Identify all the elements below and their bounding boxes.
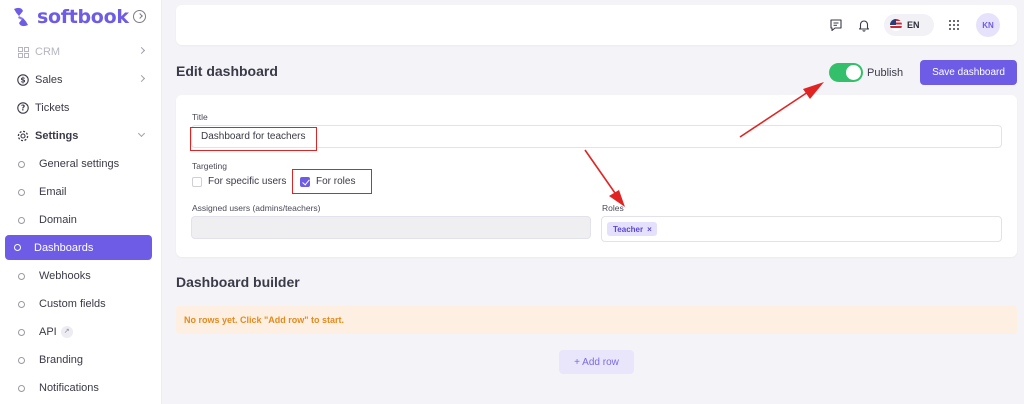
chat-icon[interactable] bbox=[829, 18, 843, 32]
svg-text:?: ? bbox=[21, 104, 25, 113]
builder-title: Dashboard builder bbox=[176, 274, 300, 290]
option-specific-users-label: For specific users bbox=[208, 176, 287, 187]
role-chip-teacher: Teacher × bbox=[607, 222, 657, 236]
add-row-button[interactable]: + Add row bbox=[559, 350, 634, 374]
page-title: Edit dashboard bbox=[176, 63, 278, 79]
dollar-icon: $ bbox=[17, 74, 29, 86]
assigned-users-label: Assigned users (admins/teachers) bbox=[192, 203, 321, 213]
role-chip-label: Teacher bbox=[613, 224, 644, 234]
sidebar-subitem-notifications[interactable]: Notifications bbox=[5, 374, 152, 402]
apps-grid-icon[interactable] bbox=[947, 18, 961, 32]
sidebar-subitem-webhooks[interactable]: Webhooks bbox=[5, 262, 152, 290]
chevron-right-icon bbox=[137, 46, 146, 55]
sidebar-item-sales[interactable]: $ Sales bbox=[0, 66, 162, 94]
sidebar-subitem-label: Domain bbox=[39, 214, 77, 226]
sidebar-item-label: Settings bbox=[35, 130, 79, 142]
sidebar-subitem-custom-fields[interactable]: Custom fields bbox=[5, 290, 152, 318]
sidebar-item-label: CRM bbox=[35, 46, 61, 58]
brand-name: softbook bbox=[37, 6, 129, 28]
chevron-right-icon bbox=[137, 74, 146, 83]
us-flag-icon bbox=[890, 19, 902, 31]
annotation-box-for-roles bbox=[292, 169, 372, 194]
sidebar-nav: CRM $ Sales ? Tickets Settings General s… bbox=[0, 38, 162, 402]
title-label: Title bbox=[192, 112, 208, 122]
sidebar-subitem-label: Custom fields bbox=[39, 298, 106, 310]
sidebar-subitem-label: Webhooks bbox=[39, 270, 91, 282]
sidebar-subitem-api[interactable]: API ↗ bbox=[5, 318, 152, 346]
sidebar-subitem-label: API bbox=[39, 326, 57, 338]
remove-chip-icon[interactable]: × bbox=[647, 225, 652, 234]
save-dashboard-button[interactable]: Save dashboard bbox=[920, 60, 1017, 85]
sidebar-subitem-label: Email bbox=[39, 186, 67, 198]
svg-text:$: $ bbox=[20, 76, 25, 85]
targeting-label: Targeting bbox=[192, 161, 227, 171]
publish-toggle[interactable] bbox=[829, 63, 863, 82]
sidebar-subitem-branding[interactable]: Branding bbox=[5, 346, 152, 374]
roles-label: Roles bbox=[602, 203, 624, 213]
sidebar-subitem-label: Notifications bbox=[39, 382, 99, 394]
option-specific-users[interactable]: For specific users bbox=[192, 176, 286, 187]
sidebar-item-label: Sales bbox=[35, 74, 63, 86]
help-icon: ? bbox=[17, 102, 29, 114]
sidebar-subitem-email[interactable]: Email bbox=[5, 178, 152, 206]
collapse-sidebar-icon[interactable] bbox=[133, 10, 146, 23]
publish-label: Publish bbox=[867, 67, 904, 79]
sidebar-item-crm[interactable]: CRM bbox=[0, 38, 162, 66]
logo-icon bbox=[14, 7, 28, 27]
sidebar-subitem-dashboards[interactable]: Dashboards bbox=[5, 235, 152, 260]
sidebar-subitem-general-settings[interactable]: General settings bbox=[5, 150, 152, 178]
assigned-users-input[interactable] bbox=[191, 216, 591, 239]
gear-icon bbox=[17, 130, 29, 142]
sidebar-subitem-domain[interactable]: Domain bbox=[5, 206, 152, 234]
sidebar-subitem-label: General settings bbox=[39, 158, 120, 170]
top-bar: EN KN bbox=[176, 5, 1017, 45]
language-code: EN bbox=[907, 20, 920, 30]
external-link-icon: ↗ bbox=[60, 326, 73, 338]
brand-logo[interactable]: softbook bbox=[10, 4, 150, 30]
language-selector[interactable]: EN bbox=[884, 14, 934, 36]
sidebar-subitem-label: Dashboards bbox=[34, 241, 94, 254]
grid-icon bbox=[17, 46, 29, 58]
sidebar: softbook CRM $ Sales ? Tickets Settings … bbox=[0, 0, 162, 404]
empty-rows-banner: No rows yet. Click "Add row" to start. bbox=[176, 306, 1017, 334]
sidebar-item-tickets[interactable]: ? Tickets bbox=[0, 94, 162, 122]
sidebar-item-label: Tickets bbox=[35, 102, 70, 114]
roles-select[interactable]: Teacher × bbox=[601, 216, 1002, 242]
user-avatar[interactable]: KN bbox=[976, 13, 1000, 37]
checkbox-specific-users[interactable] bbox=[192, 176, 202, 187]
sidebar-subitem-label: Branding bbox=[39, 354, 84, 366]
sidebar-item-settings[interactable]: Settings bbox=[0, 122, 162, 150]
annotation-box-title bbox=[190, 127, 317, 151]
bell-icon[interactable] bbox=[857, 18, 871, 32]
chevron-down-icon bbox=[137, 129, 146, 138]
